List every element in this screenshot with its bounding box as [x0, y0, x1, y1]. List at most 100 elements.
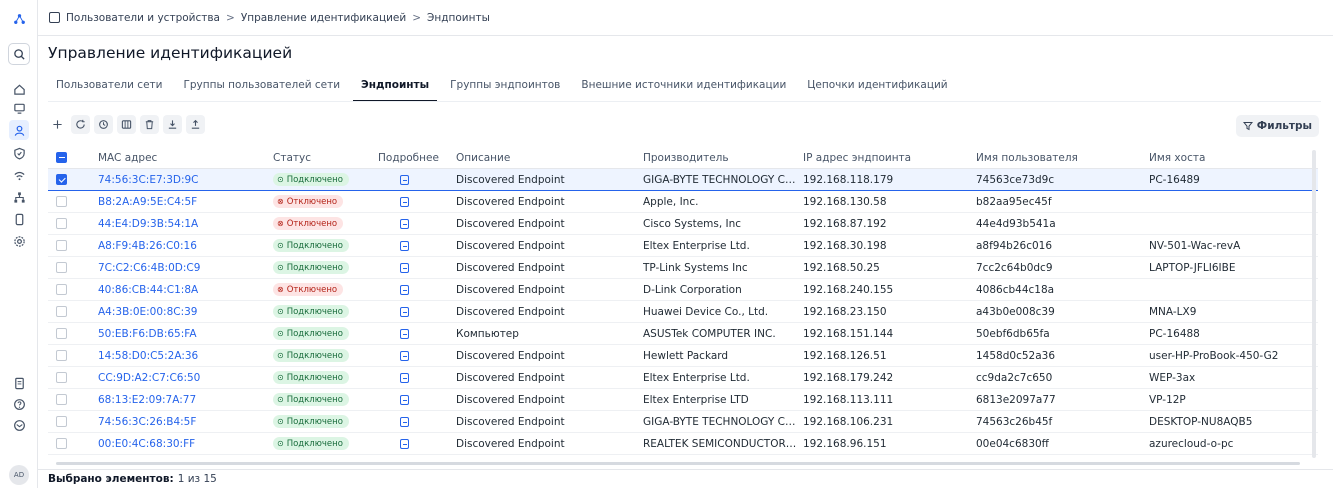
table-row[interactable]: 14:58:D0:C5:2A:36 ⊙ Подключено Discovered E… — [48, 345, 1318, 367]
mac-address-link[interactable]: 14:58:D0:C5:2A:36 — [98, 350, 273, 362]
breadcrumb-item-identity[interactable]: Управление идентификацией — [241, 12, 406, 24]
header-vendor[interactable]: Производитель — [643, 152, 803, 164]
mac-address-link[interactable]: B8:2A:A9:5E:C4:5F — [98, 196, 273, 208]
mac-address-link[interactable]: A8:F9:4B:26:C0:16 — [98, 240, 273, 252]
status-cell: ⊙ Подключено — [273, 261, 378, 274]
app-logo-icon[interactable] — [10, 10, 28, 28]
mac-address-link[interactable]: 74:56:3C:E7:3D:9C — [98, 174, 273, 186]
breadcrumb-item-users-devices[interactable]: Пользователи и устройства — [66, 12, 220, 24]
row-checkbox[interactable] — [56, 416, 67, 427]
trash-icon[interactable] — [140, 115, 159, 134]
header-hostname[interactable]: Имя хоста — [1149, 152, 1318, 164]
details-icon[interactable] — [400, 196, 409, 207]
panel-icon[interactable] — [49, 12, 60, 23]
details-icon[interactable] — [400, 174, 409, 185]
tab-endpoints[interactable]: Эндпоинты — [353, 72, 438, 102]
tab-network-user-groups[interactable]: Группы пользователей сети — [175, 72, 348, 102]
details-icon[interactable] — [400, 328, 409, 339]
mac-address-link[interactable]: 40:86:CB:44:C1:8A — [98, 284, 273, 296]
header-status[interactable]: Статус — [273, 152, 378, 164]
wifi-icon[interactable] — [10, 166, 28, 184]
tab-network-users[interactable]: Пользователи сети — [48, 72, 170, 102]
table-row[interactable]: 68:13:E2:09:7A:77 ⊙ Подключено Discovered E… — [48, 389, 1318, 411]
columns-icon[interactable] — [117, 115, 136, 134]
table-row[interactable]: CC:9D:A2:C7:C6:50 ⊙ Подключено Discovered E… — [48, 367, 1318, 389]
mac-address-link[interactable]: 44:E4:D9:3B:54:1A — [98, 218, 273, 230]
mac-address-link[interactable]: CC:9D:A2:C7:C6:50 — [98, 372, 273, 384]
header-details[interactable]: Подробнее — [378, 152, 456, 164]
vendor-cell: TP-Link Systems Inc — [643, 261, 748, 274]
table-row[interactable]: A4:3B:0E:00:8C:39 ⊙ Подключено Discovered E… — [48, 301, 1318, 323]
table-row[interactable]: 74:56:3C:26:B4:5F ⊙ Подключено Discovered E… — [48, 411, 1318, 433]
row-checkbox-cell — [48, 372, 98, 383]
details-icon[interactable] — [400, 284, 409, 295]
row-checkbox[interactable] — [56, 328, 67, 339]
header-mac[interactable]: MAC адрес — [98, 152, 273, 164]
plus-icon[interactable] — [48, 115, 67, 134]
mac-address-link[interactable]: A4:3B:0E:00:8C:39 — [98, 306, 273, 318]
details-icon[interactable] — [400, 416, 409, 427]
tab-external-identity-sources[interactable]: Внешние источники идентификации — [573, 72, 794, 102]
monitor-icon[interactable] — [10, 99, 28, 117]
row-checkbox[interactable] — [56, 240, 67, 251]
details-icon[interactable] — [400, 350, 409, 361]
docs-icon[interactable] — [10, 374, 28, 392]
filters-label: Фильтры — [1256, 120, 1312, 132]
row-checkbox[interactable] — [56, 284, 67, 295]
users-icon[interactable] — [9, 120, 29, 140]
table-row[interactable]: B8:2A:A9:5E:C4:5F ⊗ Отключено Discovered En… — [48, 191, 1318, 213]
mac-address-link[interactable]: 7C:C2:C6:4B:0D:C9 — [98, 262, 273, 274]
table-row[interactable]: 00:E0:4C:68:30:FF ⊙ Подключено Discovered E… — [48, 433, 1318, 455]
details-icon[interactable] — [400, 394, 409, 405]
tab-endpoint-groups[interactable]: Группы эндпоинтов — [442, 72, 568, 102]
home-icon[interactable] — [10, 80, 28, 98]
select-all-checkbox[interactable] — [56, 152, 67, 163]
refresh-icon[interactable] — [71, 115, 90, 134]
row-checkbox[interactable] — [56, 218, 67, 229]
details-icon[interactable] — [400, 306, 409, 317]
row-checkbox[interactable] — [56, 394, 67, 405]
table-row[interactable]: 50:EB:F6:DB:65:FA ⊙ Подключено Компьютер ASU… — [48, 323, 1318, 345]
status-cell: ⊙ Подключено — [273, 415, 378, 428]
details-icon[interactable] — [400, 240, 409, 251]
status-cell: ⊙ Подключено — [273, 173, 378, 186]
row-checkbox[interactable] — [56, 174, 67, 185]
row-checkbox[interactable] — [56, 262, 67, 273]
mac-address-link[interactable]: 74:56:3C:26:B4:5F — [98, 416, 273, 428]
horizontal-scrollbar[interactable] — [56, 462, 1300, 465]
shield-icon[interactable] — [10, 144, 28, 162]
row-checkbox[interactable] — [56, 196, 67, 207]
search-icon[interactable] — [8, 43, 30, 65]
mac-address-link[interactable]: 00:E0:4C:68:30:FF — [98, 438, 273, 450]
table-row[interactable]: A8:F9:4B:26:C0:16 ⊙ Подключено Discovered E… — [48, 235, 1318, 257]
details-icon[interactable] — [400, 218, 409, 229]
table-row[interactable]: 7C:C2:C6:4B:0D:C9 ⊙ Подключено Discovered E… — [48, 257, 1318, 279]
details-icon[interactable] — [400, 262, 409, 273]
row-checkbox[interactable] — [56, 350, 67, 361]
mac-address-link[interactable]: 50:EB:F6:DB:65:FA — [98, 328, 273, 340]
header-description[interactable]: Описание — [456, 152, 643, 164]
header-username[interactable]: Имя пользователя — [976, 152, 1149, 164]
help-icon[interactable] — [10, 395, 28, 413]
export-icon[interactable] — [186, 115, 205, 134]
table-row[interactable]: 44:E4:D9:3B:54:1A ⊗ Отключено Discovered En… — [48, 213, 1318, 235]
tab-identity-chains[interactable]: Цепочки идентификаций — [799, 72, 955, 102]
filters-button[interactable]: Фильтры — [1235, 115, 1319, 137]
mail-icon[interactable] — [10, 416, 28, 434]
avatar[interactable]: AD — [9, 465, 29, 485]
network-icon[interactable] — [10, 188, 28, 206]
header-ip[interactable]: IP адрес эндпоинта — [803, 152, 976, 164]
row-checkbox[interactable] — [56, 306, 67, 317]
table-row[interactable]: 74:56:3C:E7:3D:9C ⊙ Подключено Discovered E… — [48, 169, 1318, 191]
vertical-scrollbar[interactable] — [1312, 150, 1316, 458]
import-icon[interactable] — [163, 115, 182, 134]
row-checkbox[interactable] — [56, 438, 67, 449]
table-row[interactable]: 40:86:CB:44:C1:8A ⊗ Отключено Discovered En… — [48, 279, 1318, 301]
history-icon[interactable] — [94, 115, 113, 134]
details-icon[interactable] — [400, 438, 409, 449]
mac-address-link[interactable]: 68:13:E2:09:7A:77 — [98, 394, 273, 406]
settings-icon[interactable] — [10, 232, 28, 250]
device-icon[interactable] — [10, 210, 28, 228]
row-checkbox[interactable] — [56, 372, 67, 383]
details-icon[interactable] — [400, 372, 409, 383]
